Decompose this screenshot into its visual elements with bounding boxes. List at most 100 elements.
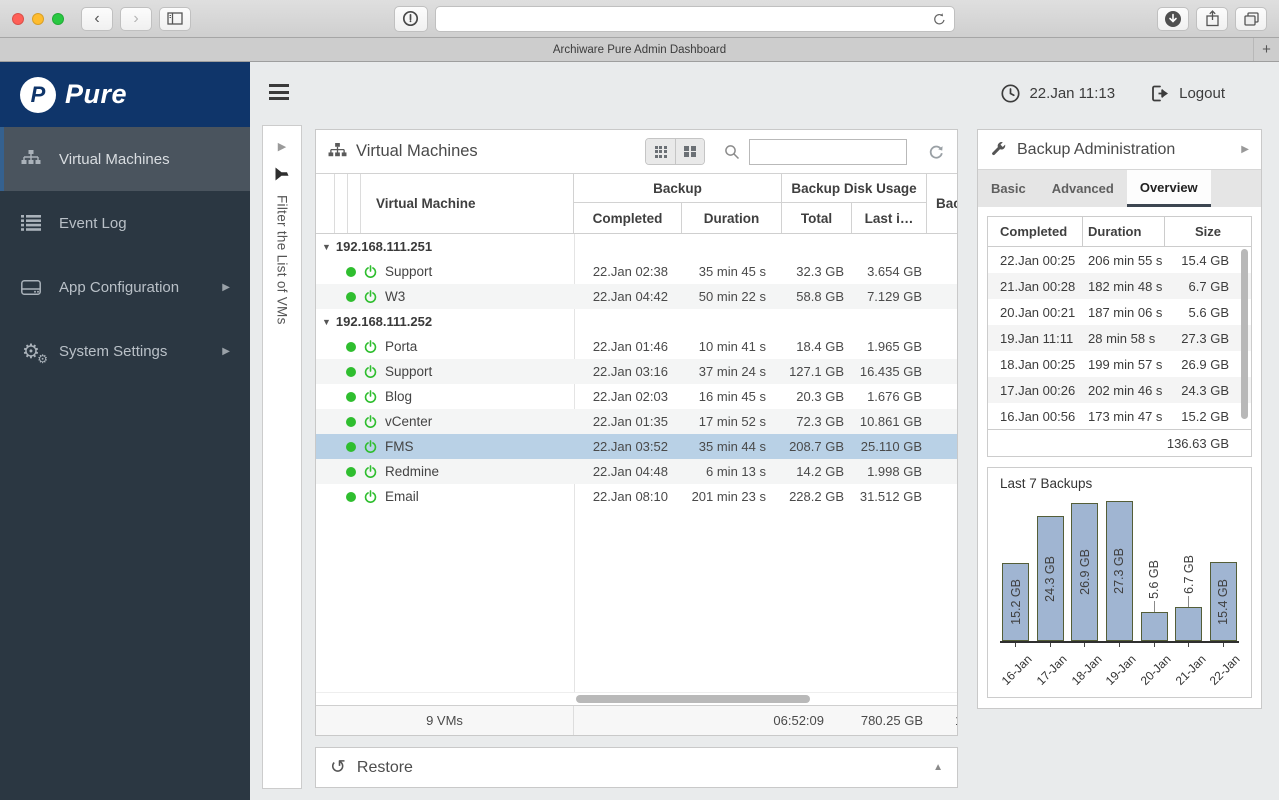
minimize-window-button[interactable] <box>32 13 44 25</box>
column-duration[interactable]: Duration <box>1083 217 1165 246</box>
column-total[interactable]: Total <box>782 203 852 233</box>
collapse-icon[interactable]: ▲ <box>933 762 943 773</box>
table-view-button[interactable] <box>646 139 675 164</box>
chart-x-cell: 21-Jan <box>1175 643 1202 691</box>
sidebar-item-virtual-machines[interactable]: Virtual Machines <box>0 127 250 191</box>
overview-row[interactable]: 19.Jan 11:1128 min 58 s27.3 GB <box>988 325 1251 351</box>
overview-row[interactable]: 20.Jan 00:21187 min 06 s5.6 GB <box>988 299 1251 325</box>
list-icon <box>20 215 42 231</box>
column-last-incremental[interactable]: Last i… <box>852 203 927 233</box>
overview-row[interactable]: 21.Jan 00:28182 min 48 s6.7 GB <box>988 273 1251 299</box>
browser-tab-bar: Archiware Pure Admin Dashboard + <box>0 38 1279 62</box>
tab-overview[interactable]: Overview <box>1127 170 1211 207</box>
column-duration[interactable]: Duration <box>682 203 782 233</box>
host-group-row[interactable]: ▼192.168.111.251 <box>316 234 957 259</box>
filter-strip-label: Filter the List of VMs <box>275 195 290 325</box>
vertical-scrollbar-thumb[interactable] <box>1241 249 1248 419</box>
vm-table-row[interactable]: Porta22.Jan 01:4610 min 41 s18.4 GB1.965… <box>316 334 957 359</box>
vm-table-header: Virtual Machine Backup Backup Disk Usage… <box>316 174 957 234</box>
vm-backup-duration: 35 min 44 s <box>682 439 782 454</box>
close-window-button[interactable] <box>12 13 24 25</box>
grid-3x3-icon <box>655 146 667 158</box>
tab-overview-button[interactable] <box>1235 7 1267 31</box>
chevron-right-icon: ▶ <box>222 282 230 293</box>
vm-disk-total: 228.2 GB <box>782 489 852 504</box>
vm-disk-last: 1.998 GB <box>852 464 927 479</box>
vm-backup-completed: 22.Jan 03:16 <box>574 364 682 379</box>
horizontal-scrollbar[interactable] <box>316 692 957 705</box>
vm-table-row[interactable]: FMS22.Jan 03:5235 min 44 s208.7 GB25.110… <box>316 434 957 459</box>
chevron-right-icon[interactable]: ▶ <box>1241 144 1249 155</box>
browser-sidebar-toggle-button[interactable] <box>159 7 191 31</box>
new-tab-button[interactable]: + <box>1253 38 1279 61</box>
vm-table-row[interactable]: vCenter22.Jan 01:3517 min 52 s72.3 GB10.… <box>316 409 957 434</box>
vm-table-row[interactable]: W322.Jan 04:4250 min 22 s58.8 GB7.129 GB <box>316 284 957 309</box>
chart-bar-slot: 26.9 GB <box>1071 503 1098 641</box>
tabs-icon <box>1244 12 1259 26</box>
vm-backup-completed: 22.Jan 02:03 <box>574 389 682 404</box>
sidebar-item-event-log[interactable]: Event Log <box>0 191 250 255</box>
logout-button[interactable]: Logout <box>1151 85 1225 102</box>
url-input[interactable] <box>444 12 933 26</box>
column-size[interactable]: Size <box>1165 217 1251 246</box>
sidebar-item-app-configuration[interactable]: App Configuration ▶ <box>0 255 250 319</box>
vm-table-row[interactable]: Redmine22.Jan 04:486 min 13 s14.2 GB1.99… <box>316 459 957 484</box>
backup-duration: 28 min 58 s <box>1083 331 1165 346</box>
browser-tab-title[interactable]: Archiware Pure Admin Dashboard <box>0 44 1279 56</box>
vm-table-row[interactable]: Support22.Jan 03:1637 min 24 s127.1 GB16… <box>316 359 957 384</box>
host-address: 192.168.111.251 <box>336 239 432 254</box>
browser-toolbar: ‹ › <box>0 0 1279 38</box>
column-virtual-machine[interactable]: Virtual Machine <box>316 174 574 233</box>
filter-vms-strip[interactable]: ▶ Filter the List of VMs <box>262 125 302 789</box>
vm-disk-total: 14.2 GB <box>782 464 852 479</box>
tile-view-button[interactable] <box>675 139 704 164</box>
vm-name-cell: Email <box>316 489 574 504</box>
chart-x-labels: 16-Jan17-Jan18-Jan19-Jan20-Jan21-Jan22-J… <box>1000 643 1239 691</box>
sidebar-item-system-settings[interactable]: ⚙⚙ System Settings ▶ <box>0 319 250 383</box>
overview-row[interactable]: 16.Jan 00:56173 min 47 s15.2 GB <box>988 403 1251 429</box>
vm-table-footer: 9 VMs 06:52:09 780.25 GB 1 <box>316 705 957 735</box>
vm-table-row[interactable]: Email22.Jan 08:10201 min 23 s228.2 GB31.… <box>316 484 957 509</box>
host-group-row[interactable]: ▼192.168.111.252 <box>316 309 957 334</box>
reload-icon[interactable] <box>933 12 946 26</box>
overview-table: Completed Duration Size 22.Jan 00:25206 … <box>987 216 1252 457</box>
brand-name: Pure <box>65 79 127 110</box>
menu-toggle-button[interactable] <box>269 84 289 104</box>
browser-forward-button[interactable]: › <box>120 7 152 31</box>
chart-x-cell: 18-Jan <box>1071 643 1098 691</box>
total-disk-usage: 780.25 GB <box>852 713 927 728</box>
backup-duration: 173 min 47 s <box>1083 409 1165 424</box>
vm-name-cell: Redmine <box>316 464 574 479</box>
vm-disk-total: 208.7 GB <box>782 439 852 454</box>
browser-back-button[interactable]: ‹ <box>81 7 113 31</box>
url-bar[interactable] <box>435 6 955 32</box>
vm-name-cell: FMS <box>316 439 574 454</box>
downloads-button[interactable] <box>1157 7 1189 31</box>
tab-basic[interactable]: Basic <box>978 170 1039 207</box>
overview-row[interactable]: 22.Jan 00:25206 min 55 s15.4 GB <box>988 247 1251 273</box>
vm-backup-completed: 22.Jan 02:38 <box>574 264 682 279</box>
x-axis-label: 22-Jan <box>1207 652 1243 688</box>
vm-table-row[interactable]: Blog22.Jan 02:0316 min 45 s20.3 GB1.676 … <box>316 384 957 409</box>
chart-bar-slot: 6.7 GB <box>1175 555 1202 641</box>
vm-search-input[interactable] <box>749 139 907 165</box>
vm-table-row[interactable]: Support22.Jan 02:3835 min 45 s32.3 GB3.6… <box>316 259 957 284</box>
vm-disk-last: 7.129 GB <box>852 289 927 304</box>
chart-bar-slot: 24.3 GB <box>1037 516 1064 641</box>
share-button[interactable] <box>1196 7 1228 31</box>
expand-filter-icon[interactable]: ▶ <box>278 140 286 153</box>
overview-row[interactable]: 17.Jan 00:26202 min 46 s24.3 GB <box>988 377 1251 403</box>
restore-section[interactable]: ↺ Restore ▲ <box>315 747 958 788</box>
password-extension-button[interactable] <box>394 6 428 32</box>
backup-completed: 22.Jan 00:25 <box>988 253 1083 268</box>
overview-row[interactable]: 18.Jan 00:25199 min 57 s26.9 GB <box>988 351 1251 377</box>
column-completed[interactable]: Completed <box>988 217 1083 246</box>
column-completed[interactable]: Completed <box>574 203 682 233</box>
backup-admin-tabs: Basic Advanced Overview <box>978 170 1261 207</box>
chart-bar <box>1175 607 1202 641</box>
scrollbar-thumb[interactable] <box>576 695 810 703</box>
tab-advanced[interactable]: Advanced <box>1039 170 1127 207</box>
zoom-window-button[interactable] <box>52 13 64 25</box>
refresh-icon[interactable] <box>928 144 945 160</box>
vm-disk-last: 31.512 GB <box>852 489 927 504</box>
